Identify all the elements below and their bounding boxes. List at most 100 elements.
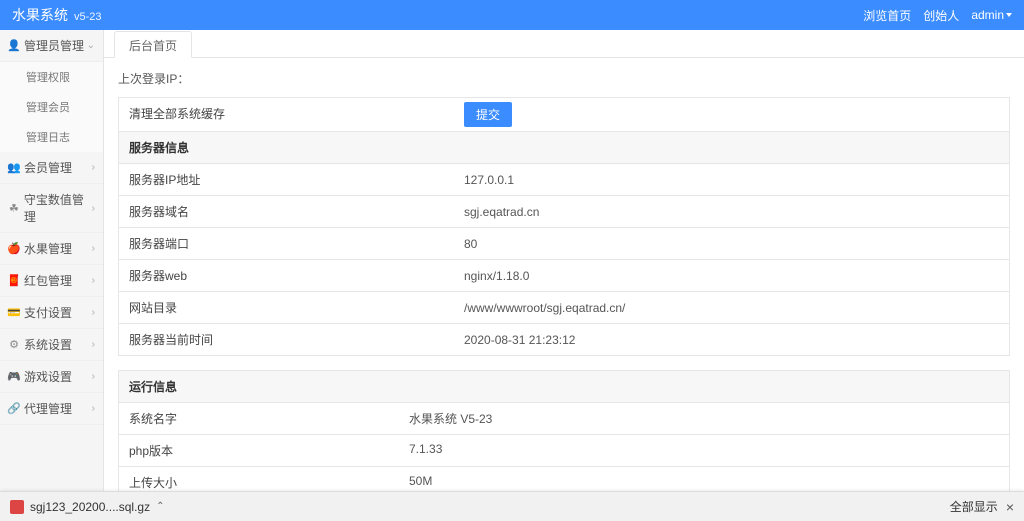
table-row: 服务器端口80	[119, 228, 1009, 260]
sidebar-subitem[interactable]: 管理权限	[0, 62, 103, 92]
row-label: 服务器域名	[119, 196, 454, 227]
close-download-bar-button[interactable]: ×	[1006, 499, 1014, 515]
tree-icon: ☘	[8, 202, 20, 214]
row-label: 系统名字	[119, 403, 399, 434]
sidebar-item[interactable]: ☘ 守宝数值管理›	[0, 184, 103, 233]
last-login-label: 上次登录IP：	[118, 72, 189, 86]
row-value: 7.1.33	[399, 435, 1009, 466]
app-version: v5-23	[74, 11, 102, 23]
table-row: 服务器IP地址127.0.0.1	[119, 164, 1009, 196]
server-info-header: 服务器信息	[119, 132, 1009, 164]
users-icon: 👥	[8, 162, 20, 174]
download-item[interactable]: sgj123_20200....sql.gz ⌃	[10, 500, 164, 514]
server-info-panel: 清理全部系统缓存 提交 服务器信息 服务器IP地址127.0.0.1服务器域名s…	[118, 97, 1010, 356]
sidebar-subitem-label: 管理会员	[26, 99, 70, 115]
show-all-downloads-button[interactable]: 全部显示	[950, 498, 998, 515]
chevron-down-icon: ⌄	[87, 40, 95, 51]
sidebar-item[interactable]: 👥 会员管理 ›	[0, 152, 103, 184]
sidebar-item[interactable]: 💳 支付设置 ›	[0, 297, 103, 329]
row-value: 50M	[399, 467, 1009, 491]
sidebar-item-label: 系统设置	[24, 336, 72, 353]
sidebar-item-label: 红包管理	[24, 272, 72, 289]
pay-icon: 💳	[8, 307, 20, 319]
game-icon: 🎮	[8, 371, 20, 383]
packet-icon: 🧧	[8, 275, 20, 287]
nav-creator[interactable]: 创始人	[923, 7, 959, 24]
row-label: 服务器端口	[119, 228, 454, 259]
sidebar-subitem[interactable]: 管理会员	[0, 92, 103, 122]
user-icon: 👤	[8, 40, 20, 52]
sidebar: 👤管理员管理⌄管理权限管理会员管理日志👥会员管理›☘守宝数值管理›🍎水果管理›🧧…	[0, 30, 104, 491]
row-value: /www/wwwroot/sgj.eqatrad.cn/	[454, 292, 1009, 323]
last-login: 上次登录IP：	[118, 70, 1010, 87]
main: 后台首页 上次登录IP： 清理全部系统缓存 提交 服务器信息 服务器IP地址12	[104, 30, 1024, 491]
sidebar-item[interactable]: 👤 管理员管理⌄	[0, 30, 103, 62]
sidebar-subitem-label: 管理权限	[26, 69, 70, 85]
table-row: 服务器域名sgj.eqatrad.cn	[119, 196, 1009, 228]
row-label: php版本	[119, 435, 399, 466]
run-info-header: 运行信息	[119, 371, 1009, 403]
sidebar-item[interactable]: 🍎 水果管理 ›	[0, 233, 103, 265]
chevron-right-icon: ›	[92, 307, 95, 318]
file-icon	[10, 500, 24, 514]
table-row: php版本7.1.33	[119, 435, 1009, 467]
table-row: 上传大小50M	[119, 467, 1009, 491]
chevron-right-icon: ›	[92, 203, 95, 214]
table-row: 网站目录/www/wwwroot/sgj.eqatrad.cn/	[119, 292, 1009, 324]
sidebar-item[interactable]: 🔗 代理管理 ›	[0, 393, 103, 425]
clear-cache-row: 清理全部系统缓存 提交	[119, 98, 1009, 132]
sidebar-item-label: 代理管理	[24, 400, 72, 417]
row-value: nginx/1.18.0	[454, 260, 1009, 291]
sidebar-item-label: 游戏设置	[24, 368, 72, 385]
header-right: 浏览首页 创始人 admin	[863, 7, 1012, 24]
proxy-icon: 🔗	[8, 403, 20, 415]
chevron-right-icon: ›	[92, 371, 95, 382]
download-filename: sgj123_20200....sql.gz	[30, 500, 150, 514]
row-label: 服务器当前时间	[119, 324, 454, 355]
chevron-right-icon: ›	[92, 243, 95, 254]
row-value: 127.0.0.1	[454, 164, 1009, 195]
chevron-up-icon: ⌃	[156, 501, 164, 512]
sidebar-item-label: 支付设置	[24, 304, 72, 321]
sidebar-item[interactable]: ⚙ 系统设置 ›	[0, 329, 103, 361]
sidebar-item[interactable]: 🎮 游戏设置 ›	[0, 361, 103, 393]
sidebar-subitem-label: 管理日志	[26, 129, 70, 145]
row-label: 网站目录	[119, 292, 454, 323]
sidebar-item-label: 会员管理	[24, 159, 72, 176]
tab-dashboard[interactable]: 后台首页	[114, 31, 192, 58]
chevron-right-icon: ›	[92, 162, 95, 173]
header-left: 水果系统 v5-23	[12, 5, 102, 25]
row-label: 上传大小	[119, 467, 399, 491]
chevron-right-icon: ›	[92, 339, 95, 350]
row-value: 80	[454, 228, 1009, 259]
sidebar-item-label: 守宝数值管理	[24, 191, 95, 225]
tabs: 后台首页	[104, 30, 1024, 58]
run-info-panel: 运行信息 系统名字水果系统 V5-23php版本7.1.33上传大小50M时区P…	[118, 370, 1010, 491]
row-value: 水果系统 V5-23	[399, 403, 1009, 434]
submit-button[interactable]: 提交	[464, 102, 512, 127]
nav-browse-home[interactable]: 浏览首页	[863, 7, 911, 24]
user-name: admin	[971, 8, 1004, 22]
row-label: 服务器web	[119, 260, 454, 291]
gear-icon: ⚙	[8, 339, 20, 351]
sidebar-item-label: 管理员管理	[24, 37, 84, 54]
sidebar-item[interactable]: 🧧 红包管理 ›	[0, 265, 103, 297]
chevron-down-icon	[1006, 13, 1012, 17]
content: 上次登录IP： 清理全部系统缓存 提交 服务器信息 服务器IP地址127.0.0…	[104, 58, 1024, 491]
last-login-value	[193, 72, 197, 86]
apple-icon: 🍎	[8, 243, 20, 255]
user-menu[interactable]: admin	[971, 8, 1012, 22]
chevron-right-icon: ›	[92, 275, 95, 286]
clear-cache-label: 清理全部系统缓存	[119, 98, 454, 131]
row-label: 服务器IP地址	[119, 164, 454, 195]
run-info-title: 运行信息	[119, 371, 399, 402]
download-bar: sgj123_20200....sql.gz ⌃ 全部显示 ×	[0, 491, 1024, 521]
row-value: sgj.eqatrad.cn	[454, 196, 1009, 227]
sidebar-subitem[interactable]: 管理日志	[0, 122, 103, 152]
server-info-title: 服务器信息	[119, 132, 454, 163]
chevron-right-icon: ›	[92, 403, 95, 414]
sidebar-item-label: 水果管理	[24, 240, 72, 257]
app-title: 水果系统	[12, 5, 68, 25]
table-row: 服务器当前时间2020-08-31 21:23:12	[119, 324, 1009, 355]
table-row: 服务器webnginx/1.18.0	[119, 260, 1009, 292]
